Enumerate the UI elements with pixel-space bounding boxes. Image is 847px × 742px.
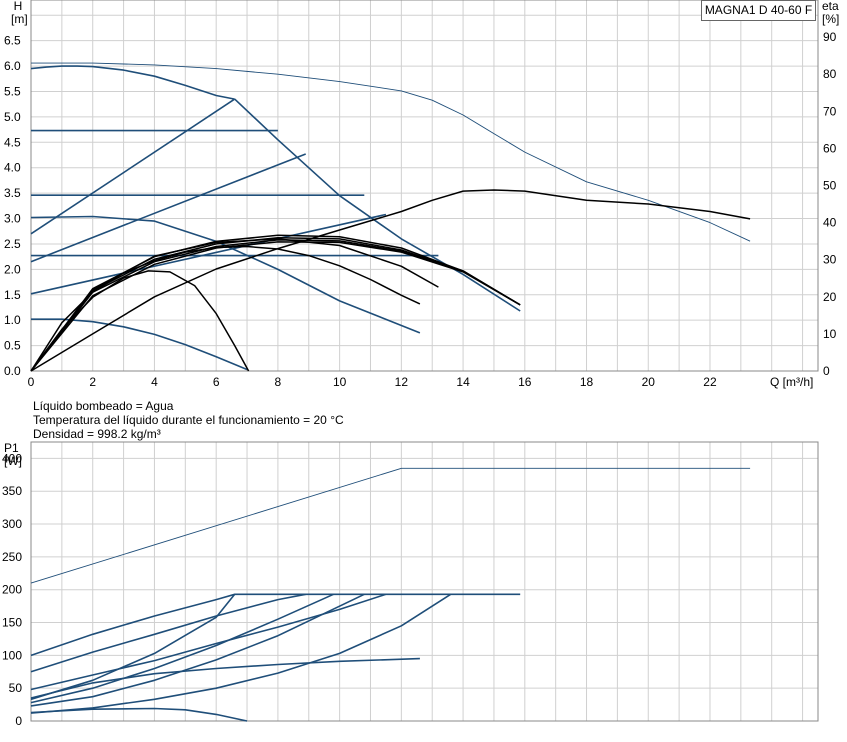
head-y-tick-labels: 0.0 0.5 1.0 1.5 2.0 2.5 3.0 3.5 4.0 4.5 5.0 5.5 6.0 6… (4, 34, 21, 378)
info-liquid: Líquido bombeado = Agua (33, 399, 174, 413)
y-tick-label: 3.5 (4, 186, 21, 200)
head-axis-label-text: H [m] (11, 0, 28, 26)
y-tick-label: 4.0 (4, 161, 21, 175)
head-series-line-15 (30, 237, 521, 372)
power-series-line-5 (30, 593, 365, 707)
head-series-line-14 (30, 238, 439, 372)
x-tick-label: 8 (275, 375, 282, 389)
y-tick-label: 0 (15, 714, 22, 728)
y2-tick-label: 30 (823, 253, 837, 267)
y-tick-label: 2.5 (4, 237, 21, 251)
y2-tick-label: 50 (823, 179, 837, 193)
x-tick-label: 18 (580, 375, 594, 389)
head-series-line-11 (30, 189, 751, 372)
y-tick-label: 350 (2, 484, 22, 498)
x-tick-label: 10 (333, 375, 347, 389)
power-chart-frame (30, 441, 819, 722)
y-tick-label: 0.0 (4, 364, 21, 378)
power-y-tick-labels: 050100150200250300350400 (2, 451, 22, 728)
info-density: Densidad = 998.2 kg/m³ (33, 427, 161, 441)
power-axis-label: P1 [W] (4, 442, 22, 468)
y2-tick-label: 40 (823, 216, 837, 230)
y-tick-label: 100 (2, 648, 22, 662)
y2-tick-label: 90 (823, 30, 837, 44)
x-tick-label: 14 (456, 375, 470, 389)
pump-curve-figure: 0.0 0.5 1.0 1.5 2.0 2.5 3.0 3.5 4.0 4.5 5.0 5.5 6.0 6… (2, 0, 837, 728)
y2-tick-label: 60 (823, 141, 837, 155)
info-temperature: Temperatura del líquido durante el funci… (33, 413, 344, 427)
power-series-line-8 (30, 657, 420, 699)
y-tick-label: 1.5 (4, 288, 21, 302)
y-tick-label: 4.5 (4, 135, 21, 149)
y2-tick-label: 20 (823, 290, 837, 304)
y-tick-label: 50 (9, 681, 23, 695)
model-label: MAGNA1 D 40-60 F (701, 0, 816, 21)
efficiency-axis-label: eta [%] (822, 0, 839, 26)
y2-tick-label: 80 (823, 67, 837, 81)
axis-label-part: [m] (11, 12, 28, 26)
x-tick-label: 22 (703, 375, 717, 389)
y-tick-label: 3.0 (4, 212, 21, 226)
axis-label-part: [%] (822, 12, 840, 26)
x-tick-label: 6 (213, 375, 220, 389)
power-axis-label-text: P1 [W] (4, 442, 22, 468)
y-tick-label: 1.0 (4, 313, 21, 327)
flow-x-tick-labels: 0 2 4 6 8 10 12 14 16 18 20 22 (28, 375, 717, 389)
head-series-line-18 (30, 241, 521, 372)
y2-tick-label: 70 (823, 104, 837, 118)
y-tick-label: 5.5 (4, 84, 21, 98)
y-tick-label: 150 (2, 616, 22, 630)
x-tick-label: 20 (642, 375, 656, 389)
y-tick-label: 6.0 (4, 59, 21, 73)
head-series-line-6 (30, 153, 306, 263)
flow-axis-label: Q [m³/h] (770, 375, 814, 389)
y2-tick-label: 0 (823, 364, 830, 378)
x-tick-label: 16 (518, 375, 532, 389)
head-series-line-7 (30, 213, 387, 295)
y-tick-label: 200 (2, 583, 22, 597)
power-chart: 050100150200250300350400 (2, 441, 819, 728)
y-tick-label: 250 (2, 550, 22, 564)
efficiency-axis-label-text: eta [%] (822, 0, 839, 26)
y-tick-label: 2.0 (4, 262, 21, 276)
power-series-line-1 (30, 593, 521, 657)
head-series-line-8 (30, 215, 421, 334)
power-series-line-2 (30, 593, 306, 673)
x-tick-label: 0 (28, 375, 35, 389)
head-efficiency-chart: 0.0 0.5 1.0 1.5 2.0 2.5 3.0 3.5 4.0 4.5 5.0 5.5 6.0 6… (4, 0, 837, 389)
power-series-line-0 (30, 467, 751, 584)
x-tick-label: 12 (395, 375, 409, 389)
x-tick-label: 2 (89, 375, 96, 389)
head-chart-frame (30, 0, 819, 372)
x-tick-label: 4 (151, 375, 158, 389)
power-chart-series (30, 467, 751, 722)
power-chart-grid (31, 442, 818, 721)
power-series-line-4 (30, 593, 452, 714)
head-series-line-17 (30, 239, 521, 372)
head-chart-grid (31, 0, 818, 371)
efficiency-y-tick-labels: 0 10 20 30 40 50 60 70 80 90 (823, 30, 837, 378)
y-tick-label: 6.5 (4, 34, 21, 48)
y-tick-label: 0.5 (4, 339, 21, 353)
axis-label-part: [W] (4, 454, 22, 468)
head-axis-label: H [m] (11, 0, 28, 26)
power-series-line-9 (30, 707, 248, 722)
y-tick-label: 300 (2, 517, 22, 531)
y2-tick-label: 10 (823, 327, 837, 341)
head-chart-series (30, 62, 751, 372)
y-tick-label: 5.0 (4, 110, 21, 124)
